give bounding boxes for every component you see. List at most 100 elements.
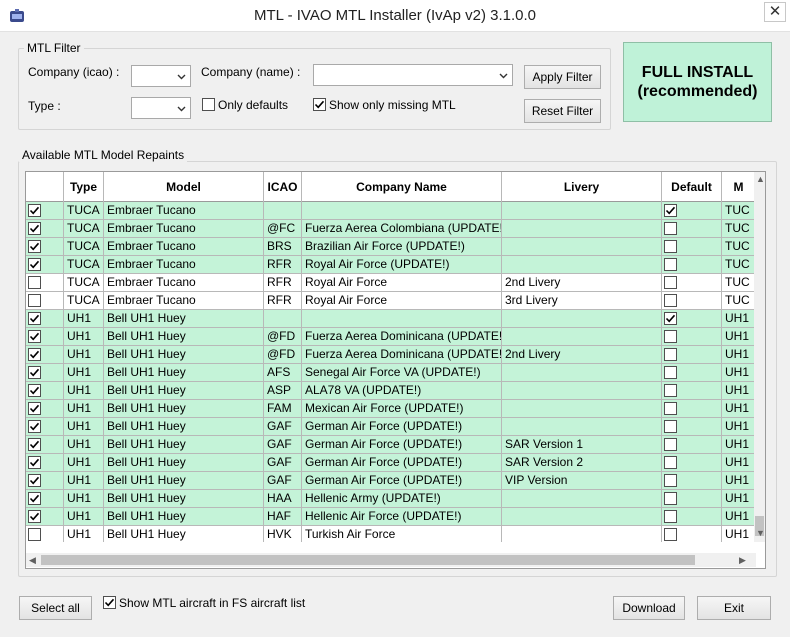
table-row[interactable]: TUCA Embraer Tucano RFR Royal Air Force (UP… <box>26 256 756 274</box>
cell-default[interactable] <box>662 328 722 346</box>
company-name-select[interactable] <box>313 64 513 86</box>
cell-select[interactable] <box>26 220 64 238</box>
table-row[interactable]: UH1 Bell UH1 Huey GAF German Air Force (UPD… <box>26 436 756 454</box>
row-default-checkbox[interactable] <box>664 294 677 307</box>
cell-default[interactable] <box>662 454 722 472</box>
cell-default[interactable] <box>662 274 722 292</box>
close-button[interactable]: ✕ <box>764 2 786 22</box>
header-icao[interactable]: ICAO <box>264 172 302 202</box>
row-select-checkbox[interactable] <box>28 492 41 505</box>
header-company-name[interactable]: Company Name <box>302 172 502 202</box>
row-default-checkbox[interactable] <box>664 510 677 523</box>
table-row[interactable]: TUCA Embraer Tucano RFR Royal Air Force 2nd … <box>26 274 756 292</box>
scroll-down-icon[interactable]: ▼ <box>756 528 765 538</box>
table-row[interactable]: UH1 Bell UH1 Huey HAF Hellenic Air Force (U… <box>26 508 756 526</box>
cell-select[interactable] <box>26 346 64 364</box>
row-default-checkbox[interactable] <box>664 528 677 541</box>
cell-default[interactable] <box>662 292 722 310</box>
table-row[interactable]: TUCA Embraer Tucano TUC <box>26 202 756 220</box>
header-type[interactable]: Type <box>64 172 104 202</box>
row-default-checkbox[interactable] <box>664 312 677 325</box>
row-select-checkbox[interactable] <box>28 312 41 325</box>
cell-select[interactable] <box>26 508 64 526</box>
cell-default[interactable] <box>662 490 722 508</box>
models-grid[interactable]: Type Model ICAO Company Name Livery Default M … <box>25 171 766 569</box>
cell-select[interactable] <box>26 454 64 472</box>
cell-select[interactable] <box>26 328 64 346</box>
vertical-scrollbar[interactable]: ▲ ▼ <box>754 172 765 542</box>
row-default-checkbox[interactable] <box>664 456 677 469</box>
row-select-checkbox[interactable] <box>28 222 41 235</box>
row-default-checkbox[interactable] <box>664 438 677 451</box>
row-default-checkbox[interactable] <box>664 330 677 343</box>
row-select-checkbox[interactable] <box>28 330 41 343</box>
horizontal-scroll-thumb[interactable] <box>41 555 695 565</box>
row-default-checkbox[interactable] <box>664 222 677 235</box>
only-defaults-checkbox[interactable] <box>202 98 215 111</box>
cell-select[interactable] <box>26 310 64 328</box>
cell-select[interactable] <box>26 274 64 292</box>
cell-select[interactable] <box>26 382 64 400</box>
row-default-checkbox[interactable] <box>664 204 677 217</box>
cell-select[interactable] <box>26 364 64 382</box>
cell-default[interactable] <box>662 418 722 436</box>
row-default-checkbox[interactable] <box>664 492 677 505</box>
row-select-checkbox[interactable] <box>28 510 41 523</box>
cell-default[interactable] <box>662 472 722 490</box>
show-fs-checkbox[interactable] <box>103 596 116 609</box>
cell-select[interactable] <box>26 292 64 310</box>
cell-select[interactable] <box>26 490 64 508</box>
row-select-checkbox[interactable] <box>28 456 41 469</box>
scroll-right-icon[interactable]: ▶ <box>739 555 746 566</box>
reset-filter-button[interactable]: Reset Filter <box>524 99 601 123</box>
row-select-checkbox[interactable] <box>28 384 41 397</box>
row-select-checkbox[interactable] <box>28 240 41 253</box>
header-select[interactable] <box>26 172 64 202</box>
table-row[interactable]: UH1 Bell UH1 Huey GAF German Air Force (UPD… <box>26 418 756 436</box>
company-icao-select[interactable] <box>131 65 191 87</box>
header-m[interactable]: M <box>722 172 756 202</box>
cell-default[interactable] <box>662 382 722 400</box>
cell-default[interactable] <box>662 310 722 328</box>
row-select-checkbox[interactable] <box>28 276 41 289</box>
download-button[interactable]: Download <box>613 596 685 620</box>
cell-select[interactable] <box>26 526 64 542</box>
show-missing-checkbox[interactable] <box>313 98 326 111</box>
cell-default[interactable] <box>662 526 722 542</box>
exit-button[interactable]: Exit <box>697 596 771 620</box>
cell-default[interactable] <box>662 256 722 274</box>
cell-default[interactable] <box>662 220 722 238</box>
row-default-checkbox[interactable] <box>664 474 677 487</box>
cell-select[interactable] <box>26 418 64 436</box>
select-all-button[interactable]: Select all <box>19 596 92 620</box>
cell-select[interactable] <box>26 238 64 256</box>
row-select-checkbox[interactable] <box>28 528 41 541</box>
cell-default[interactable] <box>662 202 722 220</box>
cell-default[interactable] <box>662 436 722 454</box>
row-select-checkbox[interactable] <box>28 438 41 451</box>
cell-default[interactable] <box>662 238 722 256</box>
header-model[interactable]: Model <box>104 172 264 202</box>
row-select-checkbox[interactable] <box>28 204 41 217</box>
table-row[interactable]: TUCA Embraer Tucano BRS Brazilian Air Force… <box>26 238 756 256</box>
row-select-checkbox[interactable] <box>28 474 41 487</box>
cell-default[interactable] <box>662 346 722 364</box>
row-default-checkbox[interactable] <box>664 276 677 289</box>
row-default-checkbox[interactable] <box>664 366 677 379</box>
table-row[interactable]: UH1 Bell UH1 Huey GAF German Air Force (UPD… <box>26 472 756 490</box>
table-row[interactable]: TUCA Embraer Tucano @FC Fuerza Aerea Colomb… <box>26 220 756 238</box>
cell-select[interactable] <box>26 256 64 274</box>
cell-select[interactable] <box>26 400 64 418</box>
row-default-checkbox[interactable] <box>664 348 677 361</box>
table-row[interactable]: TUCA Embraer Tucano RFR Royal Air Force 3rd … <box>26 292 756 310</box>
cell-default[interactable] <box>662 364 722 382</box>
row-default-checkbox[interactable] <box>664 384 677 397</box>
table-row[interactable]: UH1 Bell UH1 Huey FAM Mexican Air Force (UP… <box>26 400 756 418</box>
cell-select[interactable] <box>26 436 64 454</box>
scroll-left-icon[interactable]: ◀ <box>29 555 36 566</box>
row-select-checkbox[interactable] <box>28 420 41 433</box>
row-select-checkbox[interactable] <box>28 366 41 379</box>
cell-default[interactable] <box>662 400 722 418</box>
table-row[interactable]: UH1 Bell UH1 Huey UH1 <box>26 310 756 328</box>
table-row[interactable]: UH1 Bell UH1 Huey ASP ALA78 VA (UPDATE!) UH1 <box>26 382 756 400</box>
